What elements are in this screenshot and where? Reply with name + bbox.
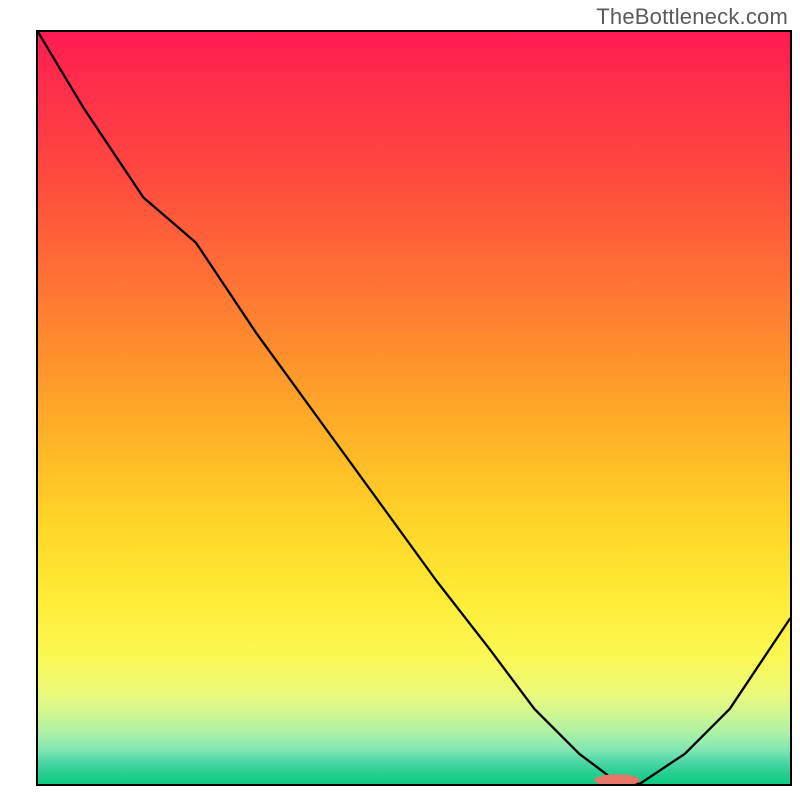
chart-frame: TheBottleneck.com bbox=[0, 0, 800, 800]
plot-area bbox=[36, 30, 792, 786]
curve-layer bbox=[38, 32, 790, 784]
optimal-marker bbox=[594, 774, 639, 784]
watermark-text: TheBottleneck.com bbox=[596, 4, 788, 30]
bottleneck-curve bbox=[38, 32, 790, 784]
